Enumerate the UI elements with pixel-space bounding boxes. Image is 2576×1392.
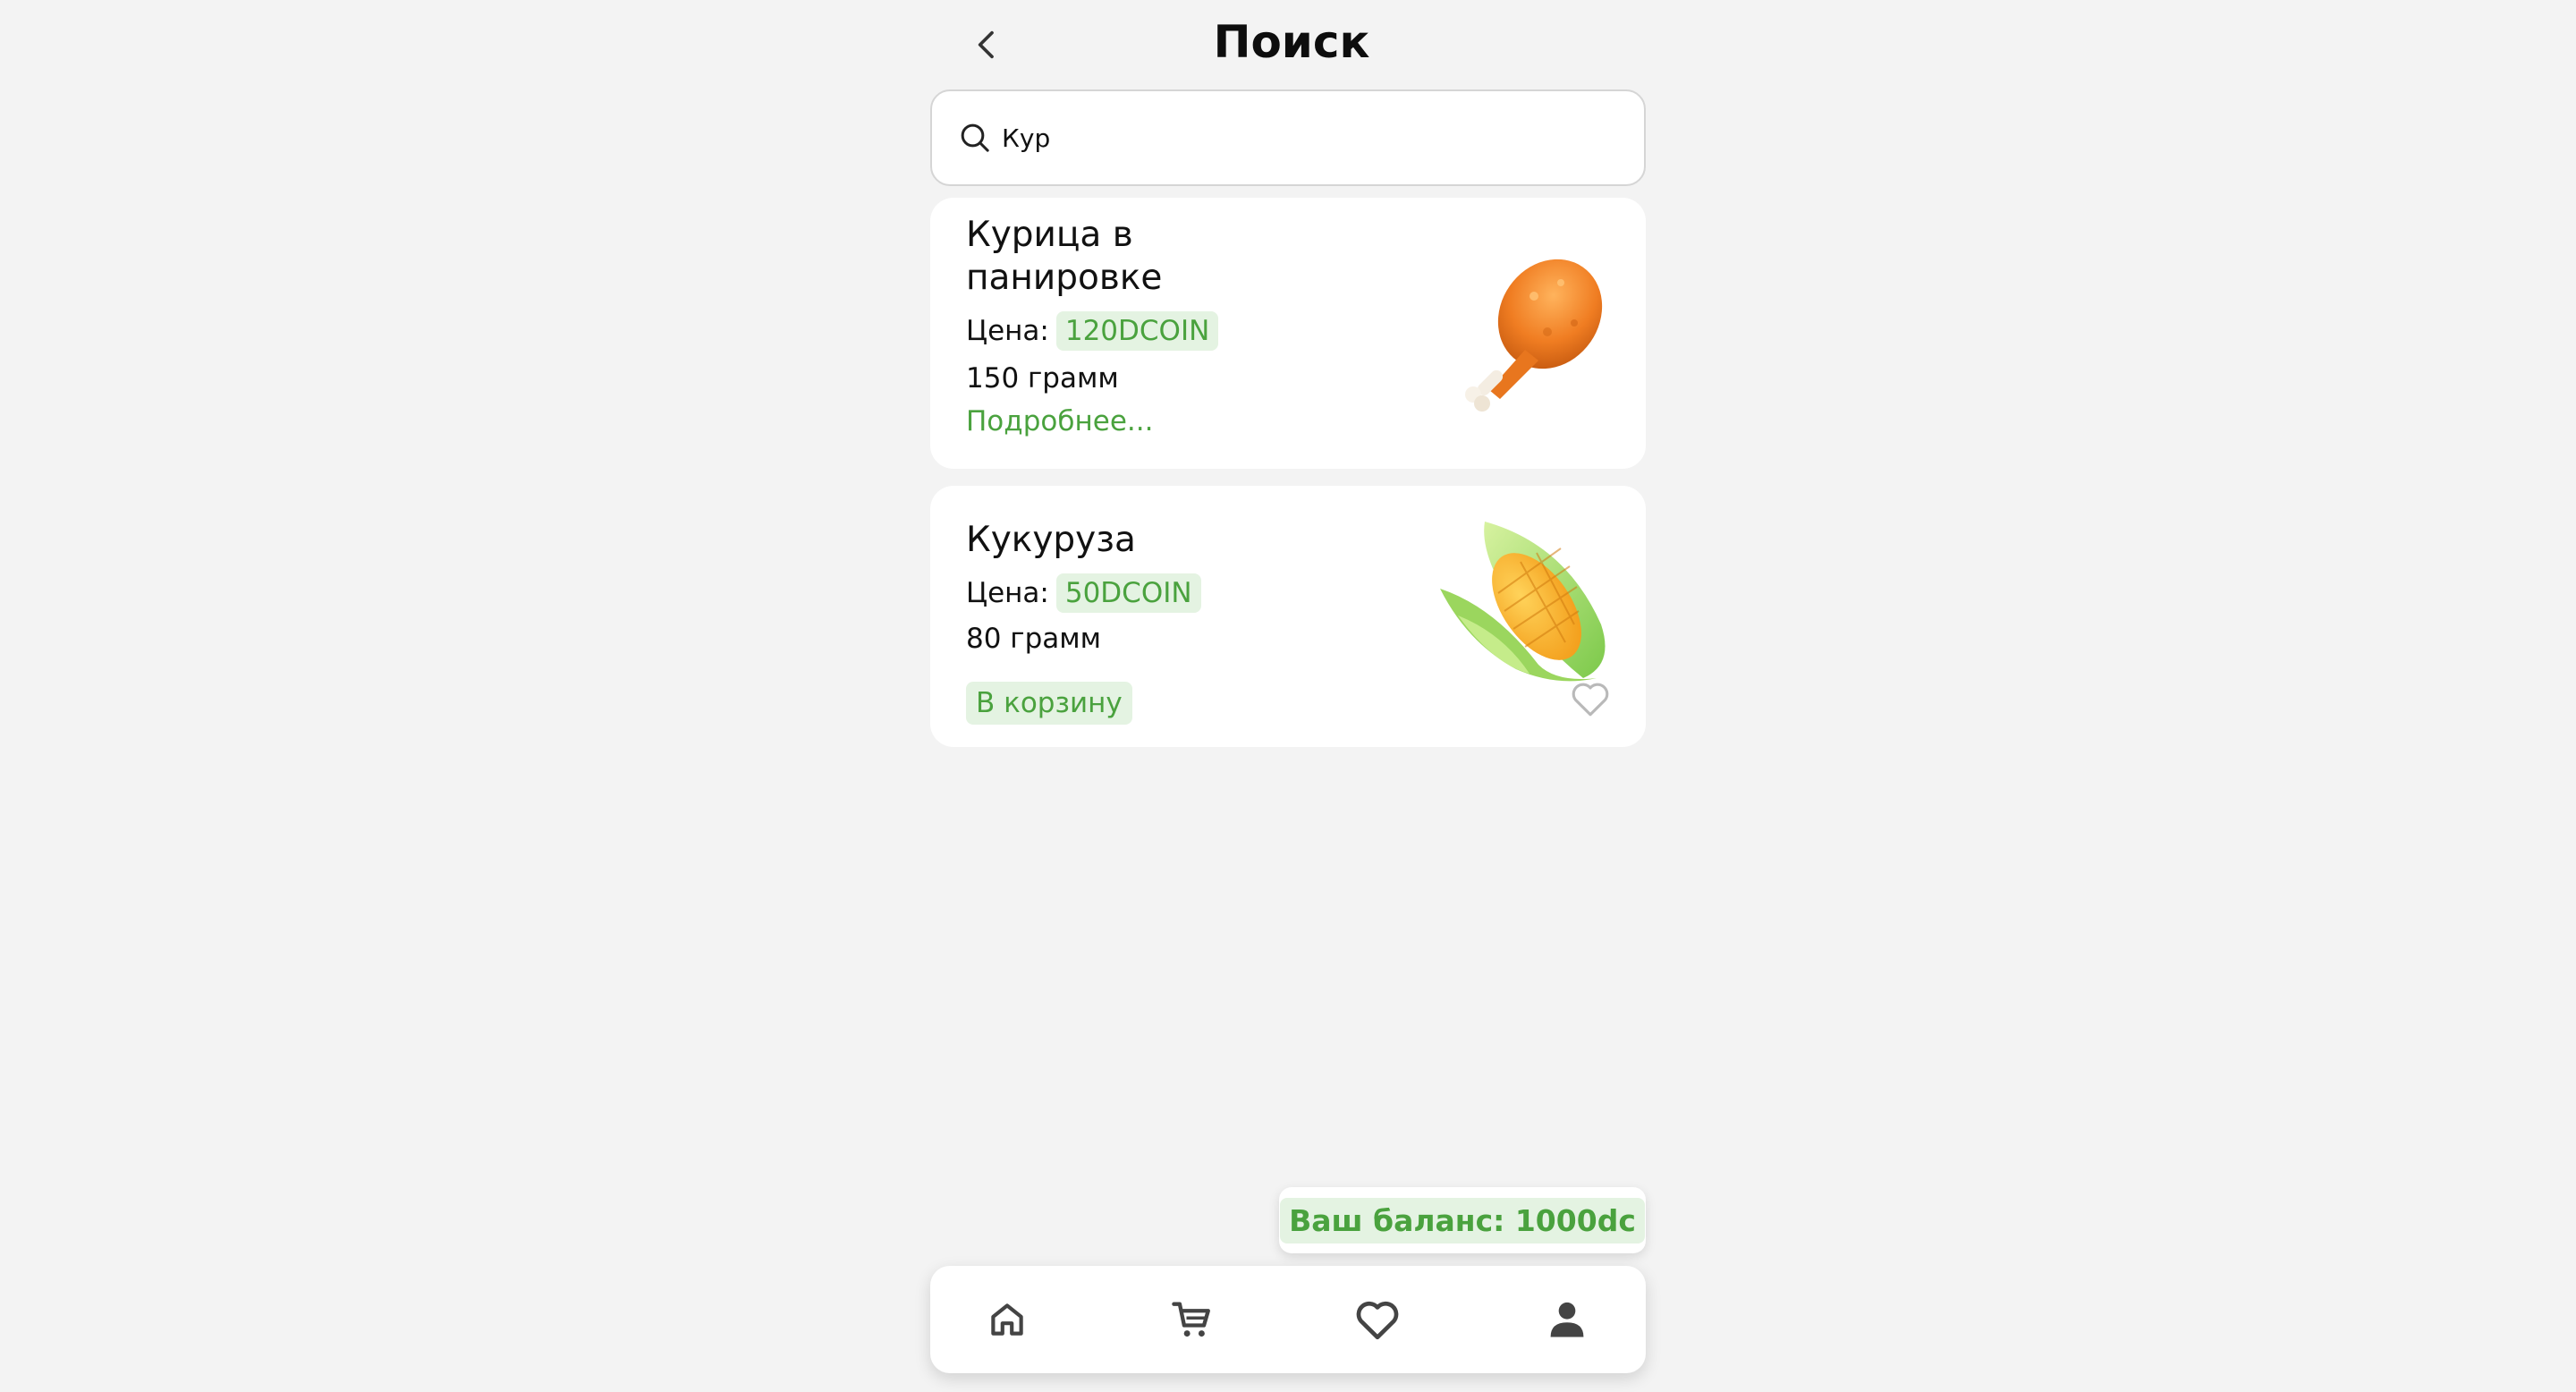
bottom-navigation: [930, 1266, 1646, 1373]
product-weight: 150 грамм: [966, 362, 1119, 395]
header: Поиск: [930, 0, 1646, 89]
price-row: Цена: 50DCOIN: [966, 573, 1201, 613]
add-to-cart-button[interactable]: В корзину: [966, 682, 1132, 725]
balance-badge: Ваш баланс: 1000dc: [1279, 1187, 1646, 1253]
nav-profile[interactable]: [1540, 1293, 1594, 1346]
search-icon: [957, 120, 993, 156]
price-badge: 50DCOIN: [1055, 573, 1201, 613]
product-weight: 80 грамм: [966, 623, 1102, 655]
profile-icon: [1550, 1302, 1584, 1337]
balance-text: Ваш баланс: 1000dc: [1280, 1197, 1645, 1243]
nav-cart[interactable]: [1165, 1293, 1219, 1346]
nav-home[interactable]: [980, 1293, 1034, 1346]
product-card[interactable]: Кукуруза Цена: 50DCOIN 80 грамм В корзин…: [930, 486, 1646, 747]
corn-image: [1440, 522, 1606, 682]
chicken-leg-image: [1465, 259, 1603, 412]
search-input[interactable]: [1002, 123, 1538, 153]
home-icon: [991, 1303, 1023, 1336]
heart-icon: [1356, 1301, 1399, 1340]
page-title: Поиск: [1213, 16, 1370, 68]
price-label: Цена:: [966, 577, 1049, 609]
cart-icon: [1172, 1302, 1210, 1337]
details-link[interactable]: Подробнее...: [966, 405, 1153, 437]
price-label: Цена:: [966, 315, 1049, 347]
price-badge: 120DCOIN: [1055, 311, 1219, 351]
favorite-button[interactable]: [1565, 674, 1615, 724]
price-row: Цена: 120DCOIN: [966, 311, 1219, 351]
product-name: Кукуруза: [966, 520, 1136, 560]
search-bar[interactable]: [930, 89, 1646, 186]
product-card[interactable]: Курица в панировке Цена: 120DCOIN 150 гр…: [930, 198, 1646, 469]
heart-outline-icon: [1572, 683, 1609, 717]
nav-favorites[interactable]: [1351, 1293, 1404, 1346]
product-name: Курица в панировке: [966, 215, 1163, 298]
app-screen: Поиск Курица в панировке Цена: 120DCOIN …: [930, 0, 1646, 1392]
